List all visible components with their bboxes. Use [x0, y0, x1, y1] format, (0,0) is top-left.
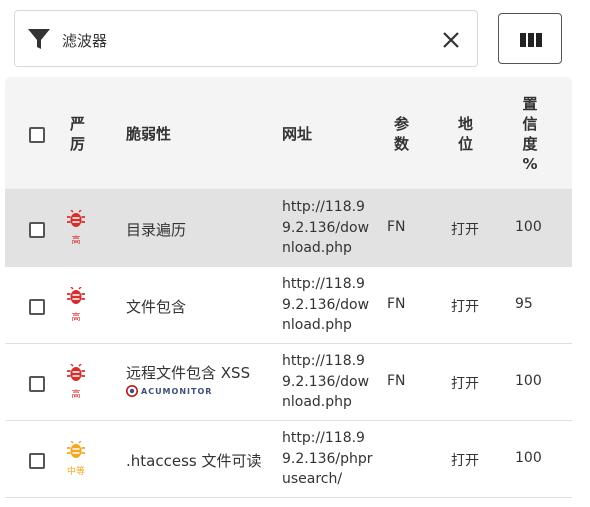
columns-icon: [520, 33, 542, 47]
filter-input[interactable]: 滤波器: [14, 10, 478, 67]
table-row[interactable]: 高 目录遍历 http://118.99.2.136/download.php …: [5, 190, 572, 267]
severity-label: 中等: [66, 467, 85, 477]
filter-icon: [28, 29, 50, 49]
url-cell: http://118.99.2.136/download.php: [282, 353, 370, 410]
vulnerability-name[interactable]: 目录遍历: [126, 219, 186, 240]
url-cell: http://118.99.2.136/download.php: [282, 199, 370, 256]
header-url[interactable]: 网址: [282, 124, 312, 144]
row-checkbox[interactable]: [29, 453, 45, 469]
vulnerability-name[interactable]: 远程文件包含 XSS: [126, 362, 250, 383]
url-cell: http://118.99.2.136/download.php: [282, 276, 370, 333]
row-checkbox[interactable]: [29, 376, 45, 392]
bug-icon: [67, 441, 85, 458]
row-checkbox[interactable]: [29, 299, 45, 315]
vulnerability-name[interactable]: 文件包含: [126, 296, 186, 317]
header-confidence[interactable]: 置 信 度 %: [521, 94, 539, 174]
filter-label: 滤波器: [62, 32, 108, 50]
url-cell: http://118.99.2.136/phprusearch/: [282, 430, 373, 487]
vulnerability-table: 严 厉 脆弱性 网址 参 数 地 位 置 信 度 % 高 目录遍历 http:/…: [5, 77, 572, 507]
acumonitor-icon: [126, 385, 138, 397]
table-header: 严 厉 脆弱性 网址 参 数 地 位 置 信 度 %: [5, 77, 572, 190]
header-severity[interactable]: 严 厉: [70, 114, 90, 154]
status-cell: 打开: [451, 376, 479, 392]
params-cell: FN: [387, 219, 406, 235]
acumonitor-badge: ACUMONITOR: [126, 385, 212, 397]
status-cell: 打开: [451, 299, 479, 315]
params-cell: FN: [387, 373, 406, 389]
acumonitor-label: ACUMONITOR: [141, 386, 213, 396]
params-cell: FN: [387, 296, 406, 312]
bug-icon: [67, 364, 85, 381]
header-params[interactable]: 参 数: [394, 114, 414, 154]
header-status[interactable]: 地 位: [458, 114, 478, 154]
confidence-cell: 100: [515, 450, 542, 466]
severity-label: 高: [71, 313, 81, 323]
select-all-checkbox[interactable]: [29, 127, 45, 143]
table-row[interactable]: 中等 .htaccess 文件可读 http://118.99.2.136/ph…: [5, 421, 572, 498]
severity-label: 高: [71, 390, 81, 400]
confidence-cell: 100: [515, 373, 542, 389]
bug-icon: [67, 210, 85, 227]
close-icon[interactable]: [441, 30, 461, 50]
confidence-cell: 95: [515, 296, 533, 312]
vulnerability-name[interactable]: .htaccess 文件可读: [126, 450, 261, 471]
row-checkbox[interactable]: [29, 222, 45, 238]
severity-label: 高: [71, 236, 81, 246]
confidence-cell: 100: [515, 219, 542, 235]
table-row[interactable]: 高 远程文件包含 XSS ACUMONITOR http://118.99.2.…: [5, 344, 572, 421]
header-vulnerability[interactable]: 脆弱性: [126, 124, 171, 144]
status-cell: 打开: [451, 222, 479, 238]
columns-button[interactable]: [498, 13, 562, 64]
bug-icon: [67, 287, 85, 304]
table-row[interactable]: 高 文件包含 http://118.99.2.136/download.php …: [5, 267, 572, 344]
status-cell: 打开: [451, 453, 479, 469]
